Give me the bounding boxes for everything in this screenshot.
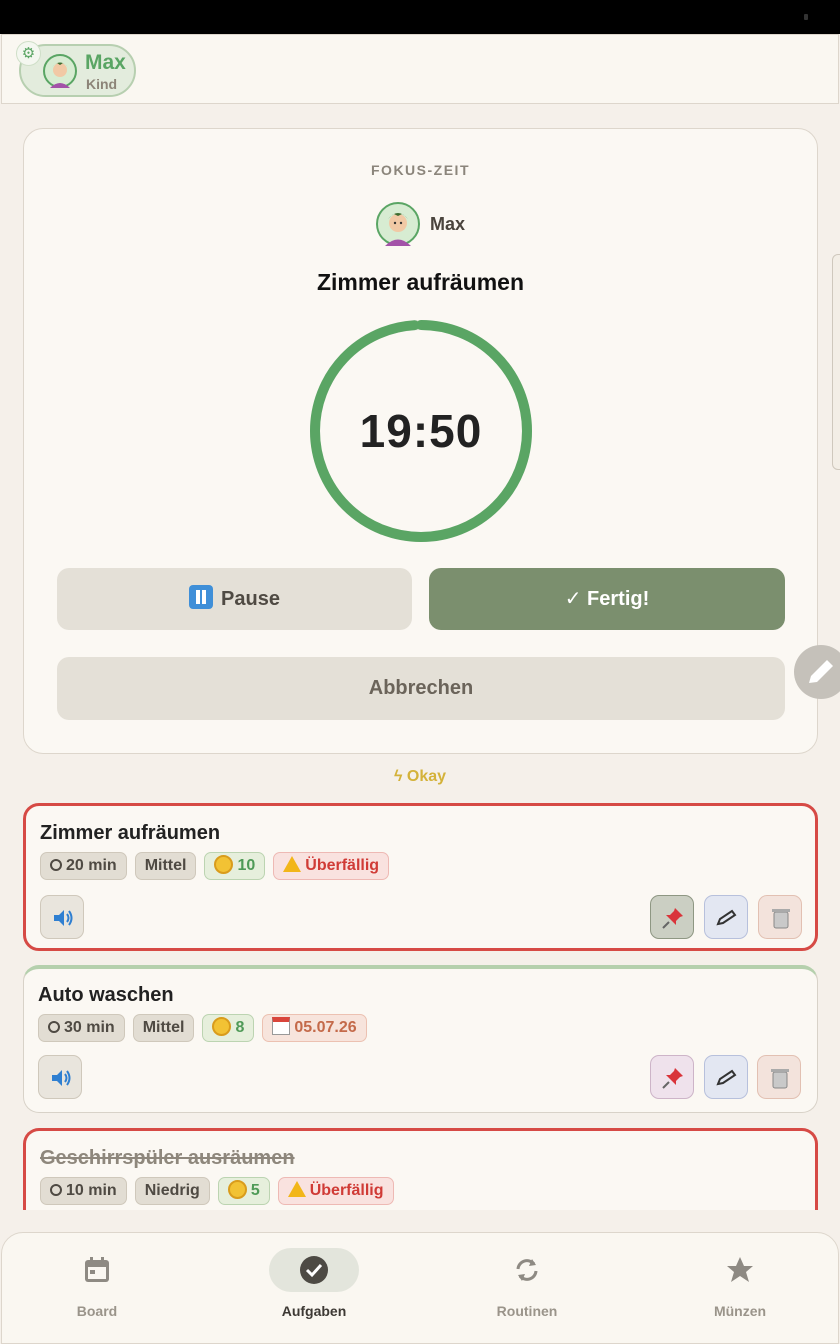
nav-label: Münzen — [713, 1303, 767, 1319]
timer-display: 19:50 — [359, 405, 483, 457]
duration-chip: 10 min — [40, 1177, 127, 1205]
task-chips: 10 min Niedrig 5 Überfällig — [40, 1177, 394, 1205]
delete-button[interactable] — [758, 895, 802, 939]
energy-label: Okay — [406, 768, 447, 785]
edit-fab[interactable] — [794, 645, 840, 699]
pencil-icon — [716, 1069, 737, 1086]
done-button[interactable]: ✓ Fertig! — [429, 568, 785, 630]
trash-icon — [771, 1069, 789, 1089]
nav-label: Board — [76, 1303, 118, 1319]
task-title: Auto waschen — [38, 984, 174, 1006]
gear-icon[interactable]: ⚙ — [16, 41, 41, 66]
pencil-icon — [716, 909, 737, 926]
nav-board[interactable]: Board — [0, 1233, 202, 1344]
task-card[interactable]: Zimmer aufräumen 20 min Mittel 10 Überfä… — [23, 803, 818, 951]
pin-button[interactable] — [650, 895, 694, 939]
stopwatch-icon — [50, 859, 62, 871]
energy-indicator: ϟ Okay — [0, 768, 840, 786]
duration-text: 30 min — [64, 1019, 115, 1036]
calendar-icon — [85, 1257, 109, 1282]
difficulty-chip: Niedrig — [134, 1177, 210, 1205]
duration-text: 10 min — [66, 1182, 117, 1199]
nav-muenzen[interactable]: Münzen — [635, 1233, 840, 1344]
sync-icon — [516, 1259, 538, 1281]
focus-user: Max — [376, 202, 465, 246]
profile-name: Max — [85, 51, 126, 74]
warning-icon — [287, 1181, 306, 1197]
edit-button[interactable] — [704, 895, 748, 939]
delete-button[interactable] — [757, 1055, 801, 1099]
avatar — [43, 54, 77, 88]
difficulty-chip: Mittel — [134, 852, 197, 880]
pause-icon — [189, 585, 214, 609]
due-date-chip: 05.07.26 — [262, 1014, 367, 1042]
coins-text: 8 — [235, 1019, 245, 1036]
cancel-button[interactable]: Abbrechen — [57, 657, 785, 720]
focus-timer-card: FOKUS-ZEIT Max Zimmer aufräumen 19:50 Pa… — [23, 128, 818, 754]
edit-button[interactable] — [704, 1055, 748, 1099]
overdue-chip: Überfällig — [277, 1177, 394, 1205]
due-date-text: 05.07.26 — [294, 1019, 357, 1036]
task-chips: 20 min Mittel 10 Überfällig — [40, 852, 390, 880]
overdue-chip: Überfällig — [273, 852, 390, 880]
status-bar — [0, 0, 840, 34]
bolt-icon: ϟ — [393, 768, 407, 785]
coins-chip: 5 — [217, 1177, 270, 1205]
speaker-button[interactable] — [38, 1055, 82, 1099]
nav-label: Aufgaben — [281, 1303, 347, 1319]
pin-button[interactable] — [650, 1055, 694, 1099]
coin-icon — [227, 1180, 247, 1199]
calendar-icon — [272, 1017, 291, 1035]
coins-text: 10 — [237, 857, 256, 874]
pin-icon — [662, 908, 683, 929]
profile-role: Kind — [86, 76, 118, 92]
nav-label: Routinen — [496, 1303, 558, 1319]
duration-chip: 30 min — [38, 1014, 125, 1042]
task-card[interactable]: Auto waschen 30 min Mittel 8 05.07.26 — [23, 965, 818, 1113]
status-text: Überfällig — [309, 1182, 384, 1199]
timer-ring: 19:50 — [309, 319, 533, 543]
speaker-icon — [54, 910, 73, 926]
coin-icon — [212, 1017, 232, 1036]
nav-routinen[interactable]: Routinen — [422, 1233, 632, 1344]
focus-user-name: Max — [430, 213, 466, 234]
bottom-navigation: Board Aufgaben Routinen Münzen — [1, 1232, 839, 1344]
pin-icon — [662, 1068, 683, 1089]
status-text: Überfällig — [305, 857, 380, 874]
stopwatch-icon — [50, 1184, 62, 1196]
focus-task-title: Zimmer aufräumen — [316, 269, 525, 295]
star-icon — [727, 1257, 753, 1282]
nav-aufgaben[interactable]: Aufgaben — [209, 1233, 419, 1344]
list-fade — [0, 1210, 840, 1232]
check-circle-icon — [300, 1256, 328, 1284]
speaker-icon — [52, 1070, 71, 1086]
warning-icon — [283, 856, 302, 872]
top-header: Max Kind ⚙ — [1, 34, 839, 104]
task-chips: 30 min Mittel 8 05.07.26 — [38, 1014, 367, 1042]
task-title: Geschirrspüler ausräumen — [40, 1147, 295, 1169]
difficulty-chip: Mittel — [132, 1014, 195, 1042]
coins-text: 5 — [250, 1182, 260, 1199]
side-drawer-handle[interactable] — [832, 254, 840, 470]
duration-chip: 20 min — [40, 852, 127, 880]
pencil-icon — [809, 660, 833, 683]
task-title: Zimmer aufräumen — [40, 822, 221, 844]
duration-text: 20 min — [66, 857, 117, 874]
speaker-button[interactable] — [40, 895, 84, 939]
avatar — [376, 202, 420, 246]
stopwatch-icon — [48, 1021, 60, 1033]
status-indicator — [804, 14, 808, 20]
focus-label: FOKUS-ZEIT — [371, 162, 470, 178]
coins-chip: 10 — [204, 852, 266, 880]
coin-icon — [214, 855, 234, 874]
pause-button[interactable]: Pause — [57, 568, 412, 630]
coins-chip: 8 — [202, 1014, 255, 1042]
trash-icon — [772, 909, 790, 929]
pause-label: Pause — [221, 588, 280, 610]
